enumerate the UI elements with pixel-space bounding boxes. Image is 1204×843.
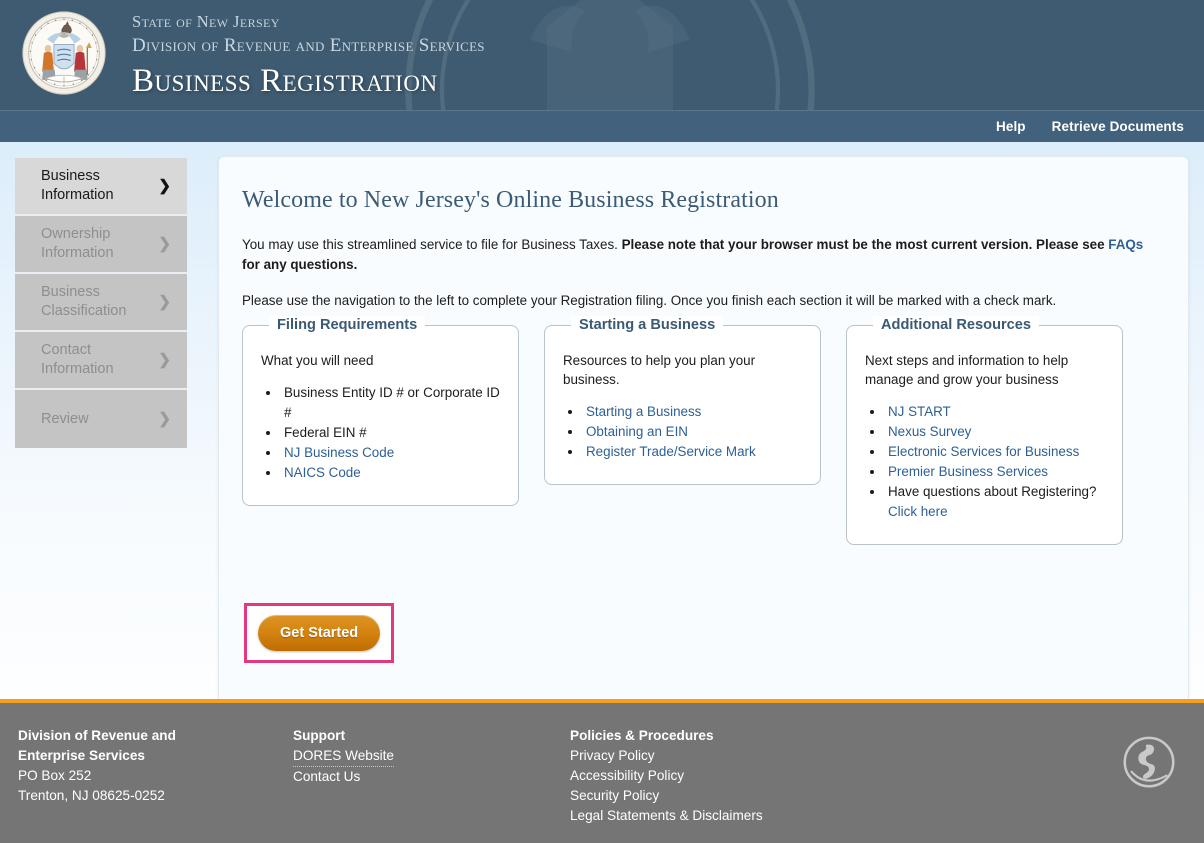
nav-link-help[interactable]: Help — [996, 119, 1026, 134]
link-electronic-services-business[interactable]: Electronic Services for Business — [888, 444, 1079, 459]
list-item: Business Entity ID # or Corporate ID # — [281, 383, 500, 423]
nj-outline-circle-logo-icon — [1123, 736, 1175, 788]
footer-column-support: Support DORES Website Contact Us — [293, 726, 570, 826]
main-content-card: Welcome to New Jersey's Online Business … — [218, 156, 1189, 704]
footer-address-line-1: PO Box 252 — [18, 768, 92, 783]
footer-address-line-2: Trenton, NJ 08625-0252 — [18, 788, 165, 803]
get-started-highlight-box: Get Started — [244, 603, 395, 663]
list-item[interactable]: Register Trade/Service Mark — [583, 442, 802, 462]
welcome-heading: Welcome to New Jersey's Online Business … — [242, 187, 779, 213]
chevron-right-icon: ❯ — [158, 235, 171, 253]
list-item: Federal EIN # — [281, 423, 500, 443]
footer-link-dores-website[interactable]: DORES Website — [293, 746, 394, 767]
footer-heading: Division of Revenue and — [18, 728, 176, 743]
list-item[interactable]: Nexus Survey — [885, 422, 1104, 442]
sidebar-item-label: Ownership Information — [41, 226, 114, 261]
link-nexus-survey[interactable]: Nexus Survey — [888, 424, 971, 439]
list-item[interactable]: Starting a Business — [583, 402, 802, 422]
list-item[interactable]: NJ START — [885, 402, 1104, 422]
link-nj-start[interactable]: NJ START — [888, 404, 951, 419]
sidebar-item-label: Contact Information — [41, 342, 114, 377]
panel-list: Starting a Business Obtaining an EIN Reg… — [583, 402, 802, 462]
link-starting-a-business[interactable]: Starting a Business — [586, 404, 701, 419]
panel-legend: Additional Resources — [873, 316, 1040, 334]
panel-list: NJ START Nexus Survey Electronic Service… — [885, 402, 1104, 522]
chevron-right-icon: ❯ — [158, 177, 171, 195]
intro-text-plain: You may use this streamlined service to … — [242, 237, 622, 252]
list-item-text: Federal EIN # — [284, 425, 367, 440]
panel-legend: Filing Requirements — [269, 316, 426, 334]
chevron-right-icon: ❯ — [158, 293, 171, 311]
link-naics-code[interactable]: NAICS Code — [284, 465, 361, 480]
list-item[interactable]: Obtaining an EIN — [583, 422, 802, 442]
intro-text-bold: Please note that your browser must be th… — [621, 237, 1109, 252]
footer-heading: Support — [293, 728, 346, 743]
chevron-right-icon: ❯ — [158, 410, 171, 428]
link-click-here[interactable]: Click here — [888, 504, 948, 519]
footer-column-policies: Policies & Procedures Privacy Policy Acc… — [570, 726, 950, 826]
panel-filing-requirements: Filing Requirements What you will need B… — [242, 316, 519, 506]
panel-legend: Starting a Business — [571, 316, 724, 334]
link-register-trade-service-mark[interactable]: Register Trade/Service Mark — [586, 444, 756, 459]
sidebar-item-business-information[interactable]: Business Information ❯ — [15, 158, 187, 216]
list-item[interactable]: NJ Business Code — [281, 443, 500, 463]
intro-paragraph-1: You may use this streamlined service to … — [242, 235, 1152, 275]
nj-state-seal-icon — [22, 11, 106, 95]
link-obtaining-an-ein[interactable]: Obtaining an EIN — [586, 424, 688, 439]
panel-additional-resources: Additional Resources Next steps and info… — [846, 316, 1123, 545]
panel-list: Business Entity ID # or Corporate ID # F… — [281, 383, 500, 483]
sidebar-item-business-classification[interactable]: Business Classification ❯ — [15, 274, 187, 332]
footer-link-legal-statements[interactable]: Legal Statements & Disclaimers — [570, 806, 950, 826]
site-footer: Division of Revenue and Enterprise Servi… — [0, 699, 1204, 843]
list-item[interactable]: NAICS Code — [281, 463, 500, 483]
list-item[interactable]: Electronic Services for Business — [885, 442, 1104, 462]
faqs-link[interactable]: FAQs — [1108, 237, 1143, 252]
chevron-right-icon: ❯ — [158, 351, 171, 369]
panel-intro-text: Resources to help you plan your business… — [563, 353, 756, 387]
masthead-titles: State of New Jersey Division of Revenue … — [132, 12, 485, 103]
intro-text-tail: for any questions. — [242, 257, 358, 272]
sidebar-item-review[interactable]: Review ❯ — [15, 390, 187, 448]
link-nj-business-code[interactable]: NJ Business Code — [284, 445, 394, 460]
list-item[interactable]: Premier Business Services — [885, 462, 1104, 482]
sidebar-item-ownership-information[interactable]: Ownership Information ❯ — [15, 216, 187, 274]
footer-link-privacy-policy[interactable]: Privacy Policy — [570, 746, 950, 766]
sidebar-item-contact-information[interactable]: Contact Information ❯ — [15, 332, 187, 390]
footer-link-security-policy[interactable]: Security Policy — [570, 786, 950, 806]
nav-link-retrieve-documents[interactable]: Retrieve Documents — [1052, 119, 1184, 134]
sidebar-item-label: Business Classification — [41, 284, 127, 319]
site-masthead: State of New Jersey Division of Revenue … — [0, 0, 1204, 110]
utility-nav: Help Retrieve Documents — [0, 110, 1204, 142]
sidebar-item-label: Business Information — [41, 168, 114, 203]
panel-intro-text: Next steps and information to help manag… — [865, 353, 1069, 387]
footer-columns: Division of Revenue and Enterprise Servi… — [0, 726, 1204, 826]
footer-heading-line2: Enterprise Services — [18, 748, 145, 763]
footer-link-accessibility-policy[interactable]: Accessibility Policy — [570, 766, 950, 786]
list-item-text: Business Entity ID # or Corporate ID # — [284, 385, 500, 420]
footer-column-address: Division of Revenue and Enterprise Servi… — [18, 726, 293, 826]
state-name: State of New Jersey — [132, 12, 280, 31]
footer-link-contact-us[interactable]: Contact Us — [293, 767, 570, 787]
sidebar-item-label: Review — [41, 410, 89, 427]
info-panels: Filing Requirements What you will need B… — [242, 316, 1152, 545]
list-item-text: Have questions about Registering? — [888, 484, 1097, 499]
get-started-button[interactable]: Get Started — [258, 615, 381, 651]
list-item: Have questions about Registering? Click … — [885, 482, 1104, 522]
page-title: Business Registration — [132, 63, 438, 100]
panel-starting-a-business: Starting a Business Resources to help yo… — [544, 316, 821, 485]
link-premier-business-services[interactable]: Premier Business Services — [888, 464, 1048, 479]
footer-heading: Policies & Procedures — [570, 728, 714, 743]
progress-sidebar: Business Information ❯ Ownership Informa… — [15, 158, 187, 448]
division-name: Division of Revenue and Enterprise Servi… — [132, 34, 485, 56]
page-body: Business Information ❯ Ownership Informa… — [0, 142, 1204, 704]
panel-intro-text: What you will need — [261, 353, 374, 368]
intro-paragraph-2: Please use the navigation to the left to… — [242, 293, 1057, 308]
